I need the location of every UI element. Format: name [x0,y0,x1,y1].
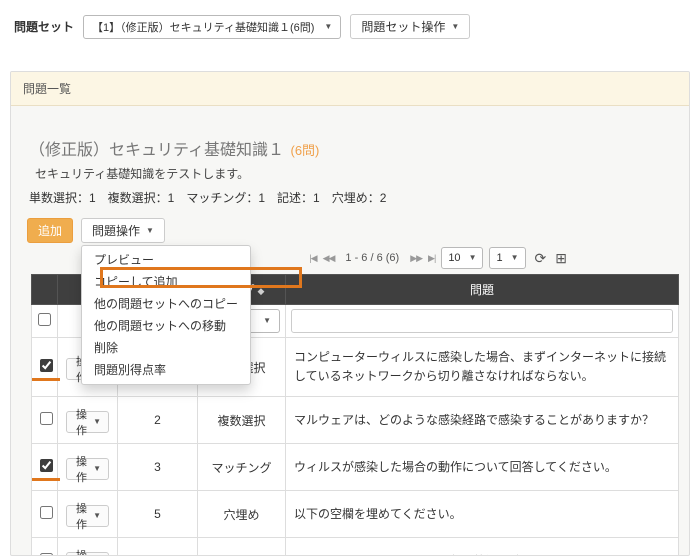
page-size-select[interactable]: 10 ▼ [441,247,483,269]
page-number-value: 1 [496,252,502,264]
caret-down-icon: ▼ [469,254,477,262]
row-checkbox-cell [32,338,58,397]
row-action-label: 操作 [74,406,89,438]
table-row: 操作 ▼ 5 穴埋め 以下の空欄を埋めてください。 [32,491,679,538]
row-checkbox[interactable] [40,506,53,519]
row-checkbox[interactable] [40,459,53,472]
question-actions-menu: プレビューコピーして追加他の問題セットへのコピー他の問題セットへの移動削除問題別… [81,245,251,385]
caret-down-icon: ▼ [93,512,101,520]
toolbar: 追加 問題操作 ▼ プレビューコピーして追加他の問題セットへのコピー他の問題セッ… [27,218,679,243]
row-checkbox-cell [32,444,58,491]
panel-body: （修正版）セキュリティ基礎知識１ (6問) セキュリティ基礎知識をテストします。… [11,106,689,556]
question-set-label: 問題セット [14,18,74,35]
row-question: コンピューターウィルスに感染した場合、まずインターネットに接続しているネットワー… [286,338,679,397]
caret-down-icon: ▼ [146,227,154,235]
row-type: マッチング [198,444,286,491]
question-count-badge: (6問) [291,143,320,158]
menu-item[interactable]: 問題別得点率 [82,359,250,381]
panel-heading: 問題一覧 [11,72,689,106]
row-checkbox-cell [32,397,58,444]
menu-item[interactable]: 他の問題セットへのコピー [82,293,250,315]
annotation-underline [32,378,60,381]
question-list-panel: 問題一覧 （修正版）セキュリティ基礎知識１ (6問) セキュリティ基礎知識をテス… [10,71,690,556]
menu-item[interactable]: コピーして追加 [82,271,250,293]
table-row: 操作 ▼ 2 複数選択 マルウェアは、どのような感染経路で感染することがあります… [32,397,679,444]
table-row: 操作 ▼ 3 マッチング ウィルスが感染した場合の動作について回答してください。 [32,444,679,491]
question-filter-input[interactable] [291,309,673,333]
row-action-button[interactable]: 操作 ▼ [66,505,109,527]
caret-down-icon: ▼ [93,418,101,426]
pager-info: 1 - 6 / 6 (6) [345,252,399,264]
menu-item[interactable]: 他の問題セットへの移動 [82,315,250,337]
select-all-checkbox[interactable] [38,313,51,326]
caret-down-icon: ▼ [93,465,101,473]
row-question: コンピューターウィルスとは何か簡潔に述べてください。 [286,538,679,556]
row-action-label: 操作 [74,453,89,485]
page-number-select[interactable]: 1 ▼ [489,247,525,269]
row-action-button[interactable]: 操作 ▼ [66,458,109,480]
add-question-button[interactable]: 追加 [27,218,73,243]
caret-down-icon: ▼ [511,254,519,262]
question-actions-label: 問題操作 [92,222,140,239]
row-checkbox-cell [32,491,58,538]
caret-down-icon: ▼ [324,23,332,31]
row-number: 6 [118,538,198,556]
row-action-label: 操作 [74,500,89,532]
question-type-stats: 単数選択：1 複数選択：1 マッチング：1 記述：1 穴埋め：2 [29,189,679,206]
question-set-actions-button[interactable]: 問題セット操作 ▼ [350,14,470,39]
menu-item[interactable]: 削除 [82,337,250,359]
row-action-cell: 操作 ▼ [58,538,118,556]
last-page-icon[interactable]: ▶| [428,253,435,264]
question-set-select-value: 【1】（修正版）セキュリティ基礎知識１(6問) [92,19,314,35]
row-action-button[interactable]: 操作 ▼ [66,411,109,433]
table-row: 操作 ▼ 6 記述 コンピューターウィルスとは何か簡潔に述べてください。 [32,538,679,556]
refresh-icon[interactable]: ⟳ [535,251,547,265]
row-type: 記述 [198,538,286,556]
row-action-cell: 操作 ▼ [58,491,118,538]
page-size-value: 10 [448,252,460,264]
columns-icon[interactable]: ⊞ [555,251,567,265]
row-question: マルウェアは、どのような感染経路で感染することがありますか？ [286,397,679,444]
row-checkbox-cell [32,538,58,556]
question-actions-dropdown: 問題操作 ▼ プレビューコピーして追加他の問題セットへのコピー他の問題セットへの… [81,218,165,243]
row-type: 穴埋め [198,491,286,538]
sort-icon[interactable]: ◆ [258,286,265,296]
row-type: 複数選択 [198,397,286,444]
annotation-underline [32,478,60,481]
menu-item[interactable]: プレビュー [82,249,250,271]
row-question: ウィルスが感染した場合の動作について回答してください。 [286,444,679,491]
row-checkbox[interactable] [40,359,53,372]
question-set-title: （修正版）セキュリティ基礎知識１ (6問) [29,136,679,160]
row-number: 3 [118,444,198,491]
row-question: 以下の空欄を埋めてください。 [286,491,679,538]
question-actions-button[interactable]: 問題操作 ▼ [81,218,165,243]
row-checkbox[interactable] [40,412,53,425]
header-question-column[interactable]: 問題 [286,275,679,305]
row-number: 5 [118,491,198,538]
header-checkbox-column [32,275,58,305]
question-set-description: セキュリティ基礎知識をテストします。 [35,165,679,182]
row-number: 2 [118,397,198,444]
question-set-select[interactable]: 【1】（修正版）セキュリティ基礎知識１(6問) ▼ [83,15,341,39]
next-page-icon[interactable]: ▶▶ [410,253,422,264]
row-action-cell: 操作 ▼ [58,444,118,491]
caret-down-icon: ▼ [451,23,459,31]
caret-down-icon: ▼ [263,317,271,325]
row-action-cell: 操作 ▼ [58,397,118,444]
row-action-button[interactable]: 操作 ▼ [66,552,109,556]
prev-page-icon[interactable]: ◀◀ [323,253,335,264]
first-page-icon[interactable]: |◀ [309,253,316,264]
question-set-actions-label: 問題セット操作 [361,18,445,35]
question-set-title-text: （修正版）セキュリティ基礎知識１ [29,142,284,159]
question-set-bar: 問題セット 【1】（修正版）セキュリティ基礎知識１(6問) ▼ 問題セット操作 … [0,0,700,47]
